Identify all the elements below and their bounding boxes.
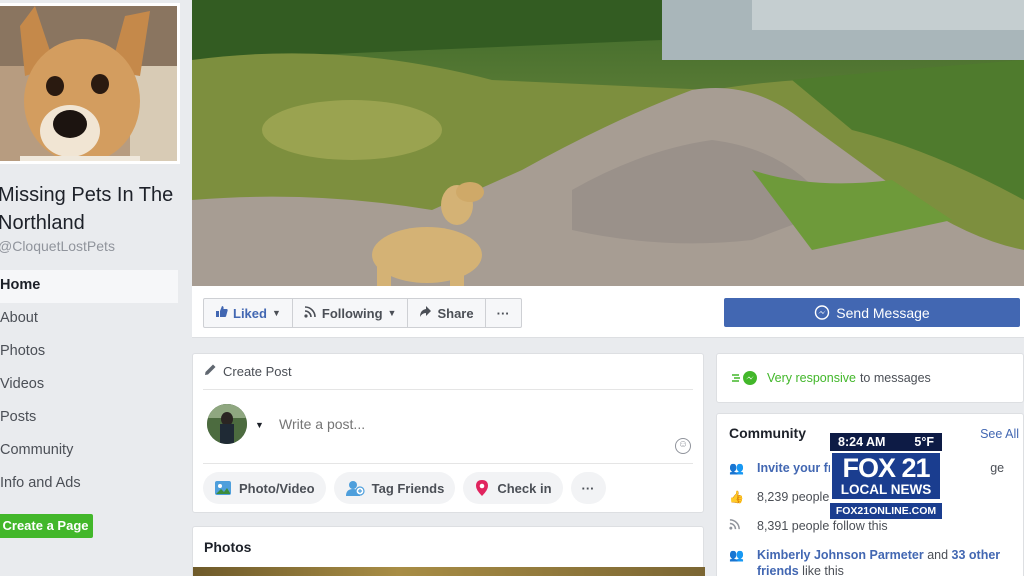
- photo-video-button[interactable]: Photo/Video: [203, 472, 326, 504]
- create-post-composer: Create Post ▼ ☺ Photo/Video Tag Friends …: [192, 353, 704, 513]
- following-button[interactable]: Following ▼: [293, 299, 409, 327]
- nav-item-about[interactable]: About: [0, 303, 180, 336]
- composer-more-button[interactable]: ···: [570, 472, 606, 504]
- composer-body: ▼ ☺: [203, 390, 693, 464]
- more-dots-icon: ···: [496, 305, 510, 321]
- photos-preview[interactable]: [193, 567, 705, 576]
- community-title: Community: [729, 425, 806, 441]
- people-icon: 👥: [729, 548, 744, 562]
- community-see-all-link[interactable]: See All: [980, 427, 1019, 441]
- create-post-title[interactable]: Create Post: [223, 364, 292, 379]
- overlay-temp: 5°F: [914, 435, 934, 449]
- share-button[interactable]: Share: [408, 299, 486, 327]
- nav-item-home[interactable]: Home: [0, 270, 178, 303]
- liked-button[interactable]: Liked ▼: [204, 299, 293, 327]
- nav-item-videos[interactable]: Videos: [0, 369, 180, 402]
- page-nav: Home About Photos Videos Posts Community…: [0, 270, 180, 501]
- page-handle[interactable]: @CloquetLostPets: [0, 238, 115, 254]
- rss-icon: [304, 305, 317, 321]
- emoji-icon[interactable]: ☺: [675, 438, 691, 454]
- friends-tail: like this: [802, 564, 844, 576]
- liked-label: Liked: [233, 305, 267, 321]
- pencil-icon: [203, 363, 217, 380]
- action-button-group: Liked ▼ Following ▼ Share ···: [203, 298, 522, 328]
- more-actions-button[interactable]: ···: [486, 299, 521, 327]
- cover-landscape-image: [192, 0, 1024, 286]
- avatar-dropdown-icon[interactable]: ▼: [255, 420, 264, 430]
- chevron-down-icon: ▼: [271, 308, 281, 318]
- post-text-input[interactable]: [279, 416, 579, 432]
- left-column: Missing Pets In The Northland @CloquetLo…: [0, 0, 188, 576]
- thumbs-up-icon: 👍: [729, 490, 744, 504]
- page-profile-picture[interactable]: [0, 3, 180, 164]
- more-dots-icon: ···: [581, 480, 595, 496]
- share-arrow-icon: [419, 305, 432, 321]
- page-name: Missing Pets In The Northland: [0, 184, 174, 234]
- user-avatar[interactable]: [207, 404, 247, 444]
- community-friends-row: 👥 Kimberly Johnson Parmeter and 33 other…: [729, 547, 1019, 576]
- nav-item-posts[interactable]: Posts: [0, 402, 180, 435]
- fox21-logo: FOX 21 LOCAL NEWS: [830, 451, 942, 501]
- friends-mid: and: [927, 548, 949, 562]
- tv-station-overlay: 8:24 AM 5°F FOX 21 LOCAL NEWS FOX21ONLIN…: [830, 433, 942, 519]
- check-in-label: Check in: [497, 480, 552, 496]
- dog-photo: [0, 6, 177, 161]
- photos-card: Photos: [192, 526, 705, 576]
- send-message-button[interactable]: Send Message: [724, 298, 1020, 327]
- people-icon: 👥: [729, 461, 744, 475]
- rss-icon: [729, 518, 745, 534]
- nav-item-info-and-ads[interactable]: Info and Ads: [0, 468, 180, 501]
- location-pin-icon: [474, 479, 490, 497]
- cover-photo[interactable]: [192, 0, 1024, 286]
- friend-name-link[interactable]: Kimberly Johnson Parmeter: [757, 548, 924, 562]
- overlay-time-temp: 8:24 AM 5°F: [830, 433, 942, 451]
- invite-tail: ge: [990, 461, 1005, 475]
- overlay-sub: LOCAL NEWS: [840, 482, 932, 497]
- check-in-button[interactable]: Check in: [463, 472, 563, 504]
- nav-item-community[interactable]: Community: [0, 435, 180, 468]
- responsiveness-card: Very responsive to messages: [716, 353, 1024, 403]
- share-label: Share: [437, 305, 474, 321]
- overlay-brand: FOX 21: [842, 453, 930, 483]
- responsive-highlight: Very responsive: [767, 371, 856, 385]
- overlay-url: FOX21ONLINE.COM: [830, 503, 942, 519]
- composer-header: Create Post: [203, 354, 693, 390]
- follows-count: 8,391 people follow this: [757, 519, 888, 533]
- responsive-messenger-icon: [731, 370, 759, 386]
- photos-title[interactable]: Photos: [204, 539, 251, 555]
- create-page-button[interactable]: Create a Page: [0, 514, 93, 538]
- thumbs-up-icon: [215, 305, 228, 321]
- chevron-down-icon: ▼: [387, 308, 397, 318]
- nav-item-photos[interactable]: Photos: [0, 336, 180, 369]
- send-message-label: Send Message: [836, 304, 930, 321]
- messenger-icon: [814, 304, 830, 321]
- community-follows-row: 8,391 people follow this: [729, 518, 1019, 534]
- tag-friends-button[interactable]: Tag Friends: [333, 472, 456, 504]
- tag-friends-label: Tag Friends: [371, 480, 445, 496]
- composer-actions: Photo/Video Tag Friends Check in ···: [193, 464, 703, 512]
- tag-friends-icon: [345, 479, 365, 497]
- invite-friends-link[interactable]: Invite your fr: [757, 461, 833, 475]
- photo-icon: [214, 479, 232, 497]
- overlay-time: 8:24 AM: [838, 435, 886, 449]
- responsive-rest: to messages: [859, 371, 931, 385]
- following-label: Following: [321, 305, 383, 321]
- photo-video-label: Photo/Video: [239, 480, 315, 496]
- page-action-bar: Liked ▼ Following ▼ Share ··· Send Messa…: [192, 286, 1024, 338]
- likes-count: 8,239 people: [757, 490, 830, 504]
